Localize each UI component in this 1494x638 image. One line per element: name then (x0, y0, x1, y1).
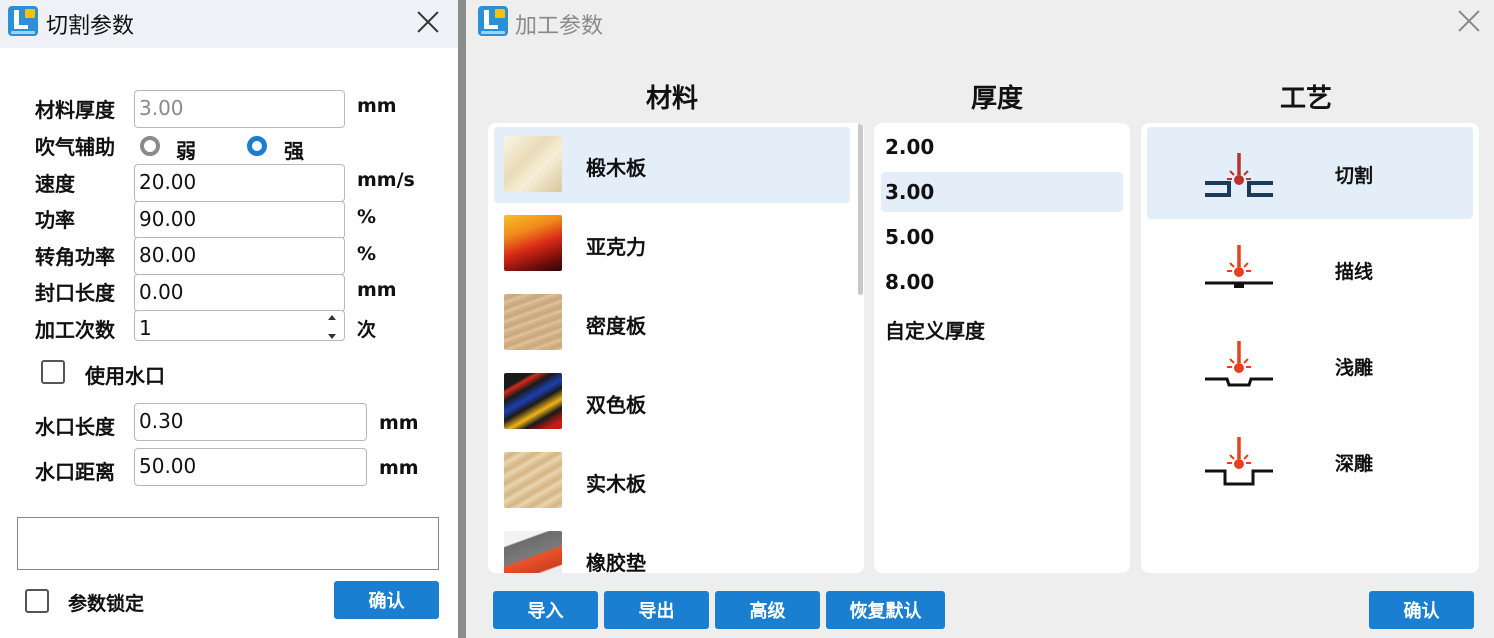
use-tab-checkbox[interactable] (41, 360, 65, 384)
list-item[interactable]: 描线 (1147, 223, 1473, 315)
list-item[interactable]: 椴木板 (494, 127, 850, 203)
seal-length-label: 封口长度 (35, 281, 115, 305)
param-lock-label: 参数锁定 (68, 593, 145, 615)
export-button[interactable]: 导出 (604, 591, 709, 629)
seal-length-unit: mm (357, 279, 397, 301)
power-field[interactable]: 90.00 (134, 201, 345, 239)
seal-length-field[interactable]: 0.00 (134, 274, 345, 312)
process-params-dialog: 加工参数 材料 厚度 工艺 椴木板 亚克力 密度板 双色板 实木板 橡胶垫 2.… (466, 0, 1494, 638)
app-logo-icon (478, 6, 508, 36)
param-lock-checkbox[interactable] (25, 589, 49, 613)
dialog-title: 切割参数 (46, 14, 135, 39)
thickness-field[interactable]: 3.00 (134, 90, 345, 128)
process-name: 深雕 (1335, 453, 1374, 475)
material-name: 密度板 (586, 314, 646, 338)
list-item[interactable]: 自定义厚度 (881, 307, 1123, 347)
list-item[interactable]: 双色板 (494, 364, 850, 440)
process-name: 浅雕 (1335, 357, 1374, 379)
material-list: 椴木板 亚克力 密度板 双色板 实木板 橡胶垫 (488, 123, 864, 573)
air-weak-label: 弱 (176, 139, 196, 163)
air-strong-radio[interactable] (247, 136, 267, 156)
power-unit: % (357, 206, 377, 228)
two-color-board-thumbnail (504, 373, 562, 429)
mdf-thumbnail (504, 294, 562, 350)
close-icon[interactable] (1457, 9, 1481, 33)
speed-label: 速度 (35, 172, 75, 196)
air-assist-label: 吹气辅助 (35, 135, 115, 159)
material-name: 橡胶垫 (586, 551, 646, 573)
acrylic-thumbnail (504, 215, 562, 271)
tab-length-unit: mm (379, 412, 419, 434)
air-weak-radio[interactable] (140, 136, 160, 156)
advanced-button[interactable]: 高级 (715, 591, 820, 629)
material-header: 材料 (646, 84, 699, 114)
material-name: 椴木板 (586, 156, 646, 180)
corner-power-field[interactable]: 80.00 (134, 237, 345, 275)
tab-distance-field[interactable]: 50.00 (134, 448, 367, 486)
process-list: 切割 描线 浅雕 深雕 (1141, 123, 1479, 573)
laser-line-icon (1205, 245, 1273, 288)
laser-shallow-engrave-icon (1205, 341, 1273, 387)
process-name: 切割 (1335, 165, 1374, 187)
import-button[interactable]: 导入 (493, 591, 598, 629)
tab-distance-unit: mm (379, 457, 419, 479)
close-icon[interactable] (416, 10, 440, 34)
list-item[interactable]: 浅雕 (1147, 319, 1473, 411)
dialog-title: 加工参数 (515, 14, 604, 39)
thickness-header: 厚度 (971, 84, 1024, 114)
power-label: 功率 (35, 208, 75, 232)
list-item[interactable]: 5.00 (881, 217, 1123, 257)
material-name: 亚克力 (586, 235, 646, 259)
rubber-pad-thumbnail (504, 531, 562, 573)
restore-defaults-button[interactable]: 恢复默认 (826, 591, 945, 629)
title-bar: 切割参数 (0, 0, 458, 48)
window-divider (458, 0, 466, 638)
list-item[interactable]: 8.00 (881, 262, 1123, 302)
list-item[interactable]: 橡胶垫 (494, 522, 850, 573)
material-scrollbar[interactable] (858, 123, 863, 295)
list-item[interactable]: 密度板 (494, 285, 850, 361)
notes-field[interactable] (17, 517, 439, 570)
basswood-thumbnail (504, 136, 562, 192)
passes-stepper[interactable]: 1 (134, 310, 345, 341)
stepper-up-icon[interactable] (328, 315, 336, 320)
list-item[interactable]: 2.00 (881, 127, 1123, 167)
laser-deep-engrave-icon (1205, 437, 1273, 486)
solid-wood-thumbnail (504, 452, 562, 508)
material-name: 双色板 (586, 393, 646, 417)
app-logo-icon (8, 6, 38, 36)
process-name: 描线 (1335, 261, 1374, 283)
speed-unit: mm/s (357, 169, 415, 191)
material-name: 实木板 (586, 472, 646, 496)
cut-params-dialog: 切割参数 材料厚度 3.00 mm 吹气辅助 弱 强 速度 20.00 mm/s… (0, 0, 458, 638)
cut-confirm-button[interactable]: 确认 (334, 581, 439, 619)
process-confirm-button[interactable]: 确认 (1369, 591, 1474, 629)
passes-unit: 次 (357, 319, 377, 341)
tab-distance-label: 水口距离 (35, 460, 115, 484)
tab-length-label: 水口长度 (35, 415, 115, 439)
process-header: 工艺 (1280, 84, 1333, 114)
stepper-down-icon[interactable] (328, 334, 336, 339)
speed-field[interactable]: 20.00 (134, 164, 345, 202)
corner-power-label: 转角功率 (35, 245, 115, 269)
thickness-list: 2.00 3.00 5.00 8.00 自定义厚度 (874, 123, 1130, 573)
list-item[interactable]: 3.00 (881, 172, 1123, 212)
tab-length-field[interactable]: 0.30 (134, 403, 367, 441)
air-strong-label: 强 (284, 139, 304, 163)
list-item[interactable]: 切割 (1147, 127, 1473, 219)
list-item[interactable]: 实木板 (494, 443, 850, 519)
thickness-unit: mm (357, 95, 397, 117)
use-tab-label: 使用水口 (85, 364, 165, 388)
laser-cut-icon (1205, 153, 1273, 197)
list-item[interactable]: 亚克力 (494, 206, 850, 282)
thickness-label: 材料厚度 (35, 98, 115, 122)
list-item[interactable]: 深雕 (1147, 415, 1473, 507)
corner-power-unit: % (357, 243, 377, 265)
passes-label: 加工次数 (35, 318, 115, 342)
